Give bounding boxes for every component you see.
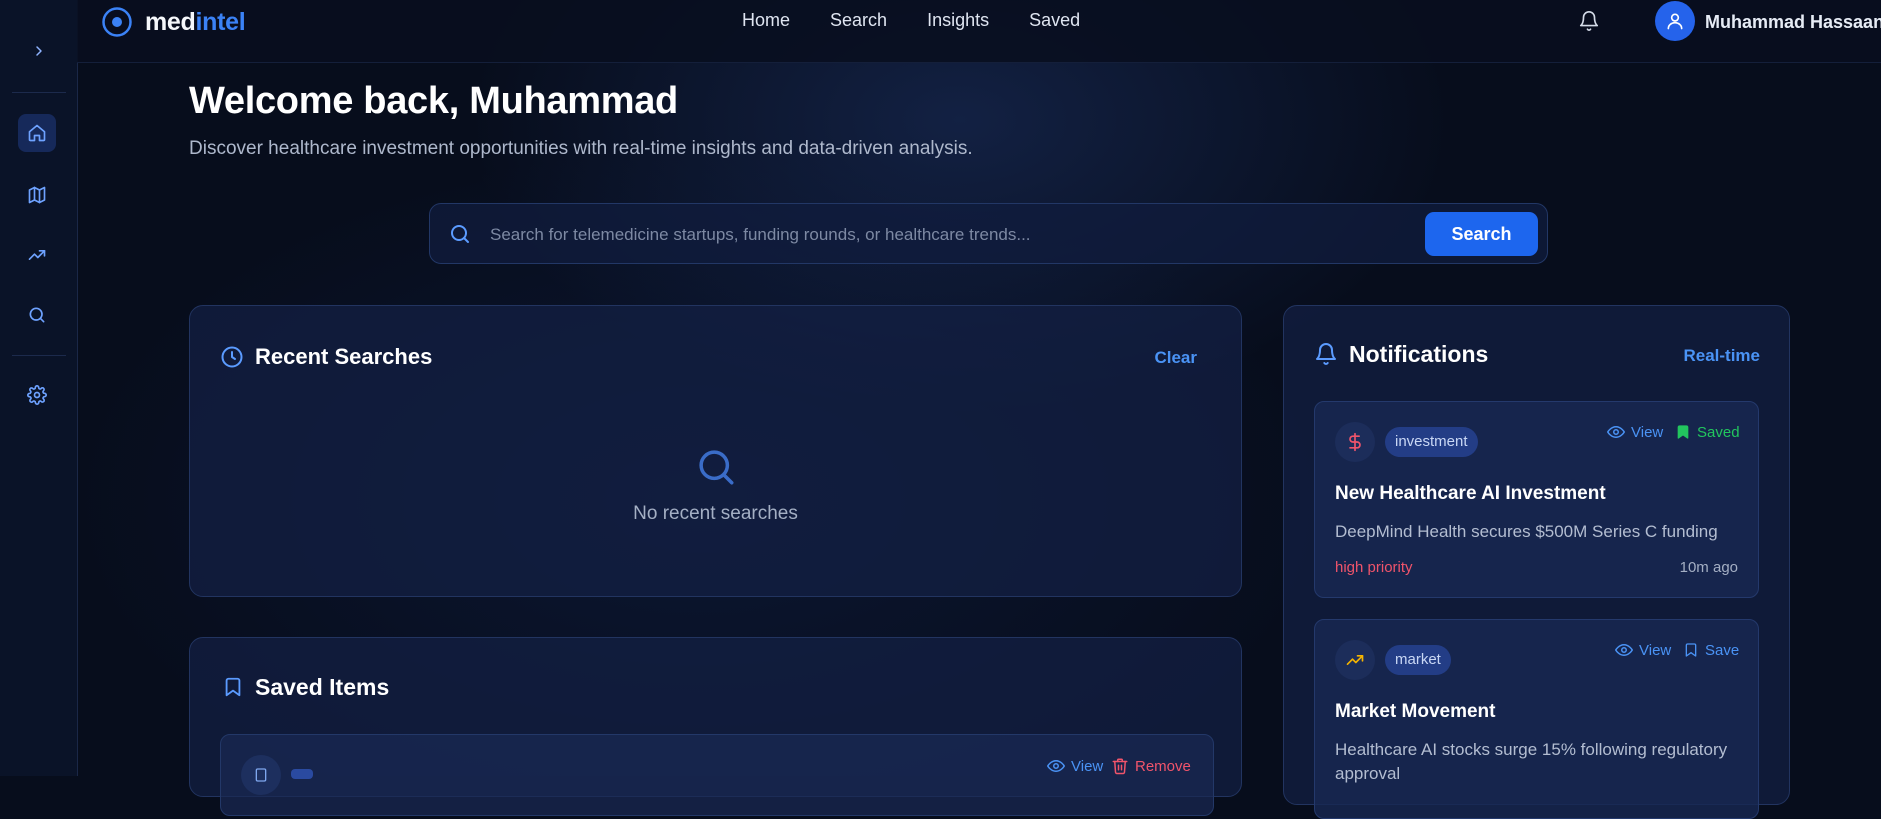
chevron-right-icon [36,46,42,56]
notification-description: Healthcare AI stocks surge 15% following… [1335,740,1728,783]
recent-searches-title: Recent Searches [255,344,433,369]
brand-name-part2: intel [195,7,246,36]
document-icon [255,768,267,782]
brand-name-part1: med [145,7,196,36]
bell-icon [1316,343,1336,365]
sidebar-item-search[interactable] [18,296,56,334]
sidebar-divider [12,92,66,93]
saved-item-tag [291,769,313,779]
nav-saved[interactable]: Saved [1029,10,1080,31]
bell-icon [1579,11,1599,31]
trending-up-icon [1346,655,1364,665]
trash-icon [1112,758,1128,775]
notification-icon [1335,422,1375,462]
search-bar: Search [429,203,1548,264]
clock-icon [221,346,243,368]
notifications-button[interactable] [1578,10,1600,37]
recent-searches-card: Recent Searches Clear No recent searches [189,305,1242,597]
search-icon [29,307,45,323]
map-icon [28,186,46,204]
saved-item-view-button[interactable]: View [1047,757,1103,775]
page-subtitle: Discover healthcare investment opportuni… [189,138,973,159]
bookmark-icon [225,677,241,697]
search-input[interactable] [488,214,1322,256]
notification-tag: investment [1385,427,1478,457]
search-icon [451,225,469,243]
sidebar-divider [12,355,66,356]
page-title: Welcome back, Muhammad [189,80,678,122]
main-nav: Home Search Insights Saved [742,10,1080,31]
saved-items-card: Saved Items View Remove [189,637,1242,816]
view-label: View [1631,423,1664,441]
gear-icon [27,385,47,405]
brand-name: medintel [145,7,246,37]
brand-logo[interactable]: medintel [101,5,246,39]
notification-priority: high priority [1335,559,1413,576]
nav-home[interactable]: Home [742,10,790,31]
bookmark-icon [1685,643,1697,657]
dollar-icon [1349,432,1361,452]
top-navigation-bar: medintel Home Search Insights Saved Muha… [77,0,1881,63]
logo-icon [102,7,132,37]
home-icon [28,124,46,142]
saved-item[interactable]: View Remove [220,734,1214,816]
notification-tag: market [1385,645,1451,675]
notification-description: DeepMind Health secures $500M Series C f… [1335,522,1718,541]
notification-view-button[interactable]: View [1607,423,1663,441]
saved-label: Saved [1697,423,1740,441]
notification-title: New Healthcare AI Investment [1335,483,1606,504]
nav-insights[interactable]: Insights [927,10,989,31]
realtime-label[interactable]: Real-time [1683,346,1760,366]
eye-icon [1047,760,1065,772]
user-icon [1667,13,1683,30]
save-label: Save [1705,641,1740,659]
search-button[interactable]: Search [1425,212,1538,256]
sidebar-item-settings[interactable] [18,376,56,414]
notification-time: 10m ago [1679,559,1738,576]
saved-item-icon [241,755,281,795]
remove-label: Remove [1135,757,1191,775]
notifications-title: Notifications [1349,341,1489,367]
notification-title: Market Movement [1335,701,1496,722]
bookmark-filled-icon [1677,425,1689,439]
eye-icon [1615,644,1633,656]
sidebar-item-map[interactable] [18,176,56,214]
expand-sidebar-button[interactable] [26,38,52,64]
view-label: View [1071,757,1104,775]
nav-search[interactable]: Search [830,10,887,31]
notification-save-button[interactable]: Save [1683,641,1739,659]
saved-items-title: Saved Items [255,674,390,700]
sidebar [0,0,78,776]
user-name[interactable]: Muhammad Hassaan S [1705,12,1881,33]
view-label: View [1639,641,1672,659]
sidebar-item-home[interactable] [18,114,56,152]
search-icon [699,450,734,485]
empty-state-text: No recent searches [633,503,798,524]
notification-icon [1335,640,1375,680]
notification-view-button[interactable]: View [1615,641,1671,659]
avatar[interactable] [1655,1,1695,41]
sidebar-item-insights[interactable] [18,236,56,274]
notification-item[interactable]: investment View Saved New Healthcare AI … [1314,401,1759,598]
trending-up-icon [28,250,46,260]
clear-button[interactable]: Clear [1154,348,1197,368]
saved-item-remove-button[interactable]: Remove [1111,757,1191,775]
notification-item[interactable]: market View Save Market Movement Healthc… [1314,619,1759,819]
notification-saved-button[interactable]: Saved [1675,423,1740,441]
notifications-card: Notifications Real-time investment View … [1283,305,1790,819]
eye-icon [1607,426,1625,438]
